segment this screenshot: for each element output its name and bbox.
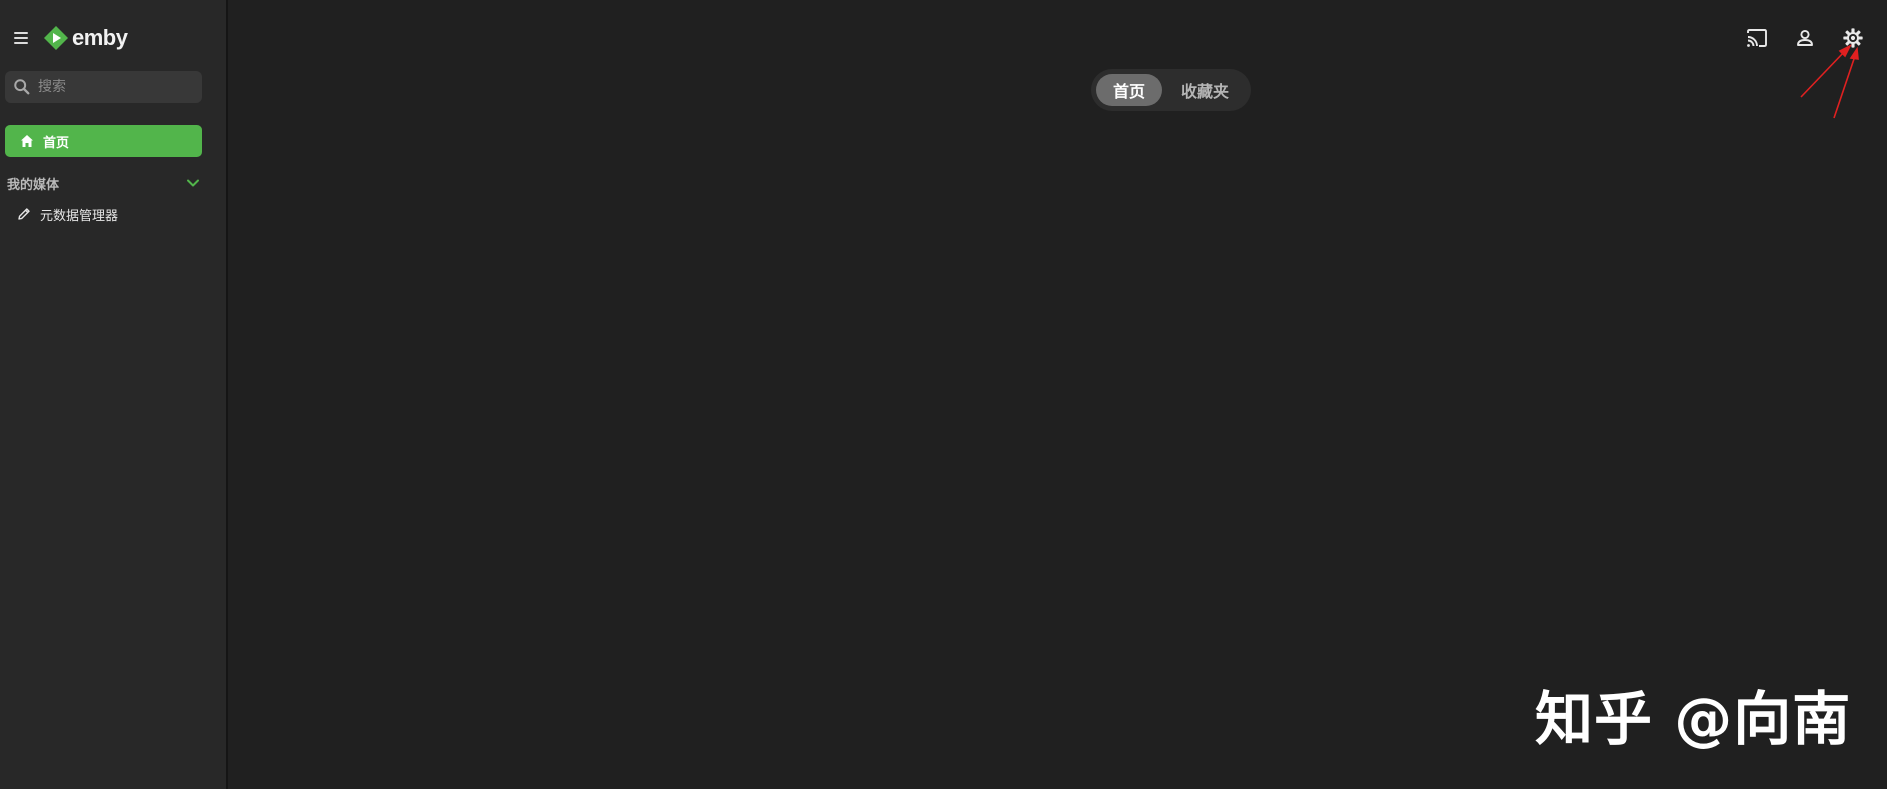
gear-icon <box>1843 28 1863 48</box>
cast-button[interactable] <box>1744 25 1770 51</box>
user-icon <box>1797 29 1813 46</box>
sidebar: emby 首页 我的媒体 元 <box>0 0 228 789</box>
tab-bar-pill: 首页 收藏夹 <box>1090 69 1252 111</box>
search-input[interactable] <box>36 78 190 96</box>
settings-button[interactable] <box>1840 25 1866 51</box>
main-content: 首页 收藏夹 <box>228 0 1887 789</box>
header-actions <box>1722 25 1866 51</box>
edit-icon <box>18 208 30 220</box>
tab-bar: 首页 收藏夹 <box>975 69 1367 111</box>
sidebar-item-metadata-manager[interactable]: 元数据管理器 <box>17 204 118 224</box>
emby-logo-icon <box>44 26 68 50</box>
section-label: 我的媒体 <box>7 177 60 193</box>
emby-logo[interactable]: emby <box>43 25 128 51</box>
search-icon <box>14 79 30 95</box>
watermark: 知乎 @向南 <box>1535 685 1852 753</box>
chevron-down-icon[interactable] <box>186 176 200 190</box>
brand-bar: emby <box>14 24 128 52</box>
sidebar-item-label: 首页 <box>43 135 70 151</box>
sidebar-item-label: 元数据管理器 <box>40 208 119 224</box>
tab-home[interactable]: 首页 <box>1095 74 1162 106</box>
hamburger-menu-icon[interactable] <box>14 29 32 47</box>
home-icon <box>21 135 33 147</box>
emby-app: emby 首页 我的媒体 元 <box>0 0 1887 789</box>
sidebar-item-home[interactable]: 首页 <box>5 125 202 157</box>
logo-text: emby <box>72 25 128 50</box>
tab-favorites[interactable]: 收藏夹 <box>1164 74 1246 106</box>
search-box[interactable] <box>5 71 202 103</box>
cast-icon <box>1747 29 1767 47</box>
section-my-media[interactable]: 我的媒体 <box>7 173 200 193</box>
user-button[interactable] <box>1792 25 1818 51</box>
